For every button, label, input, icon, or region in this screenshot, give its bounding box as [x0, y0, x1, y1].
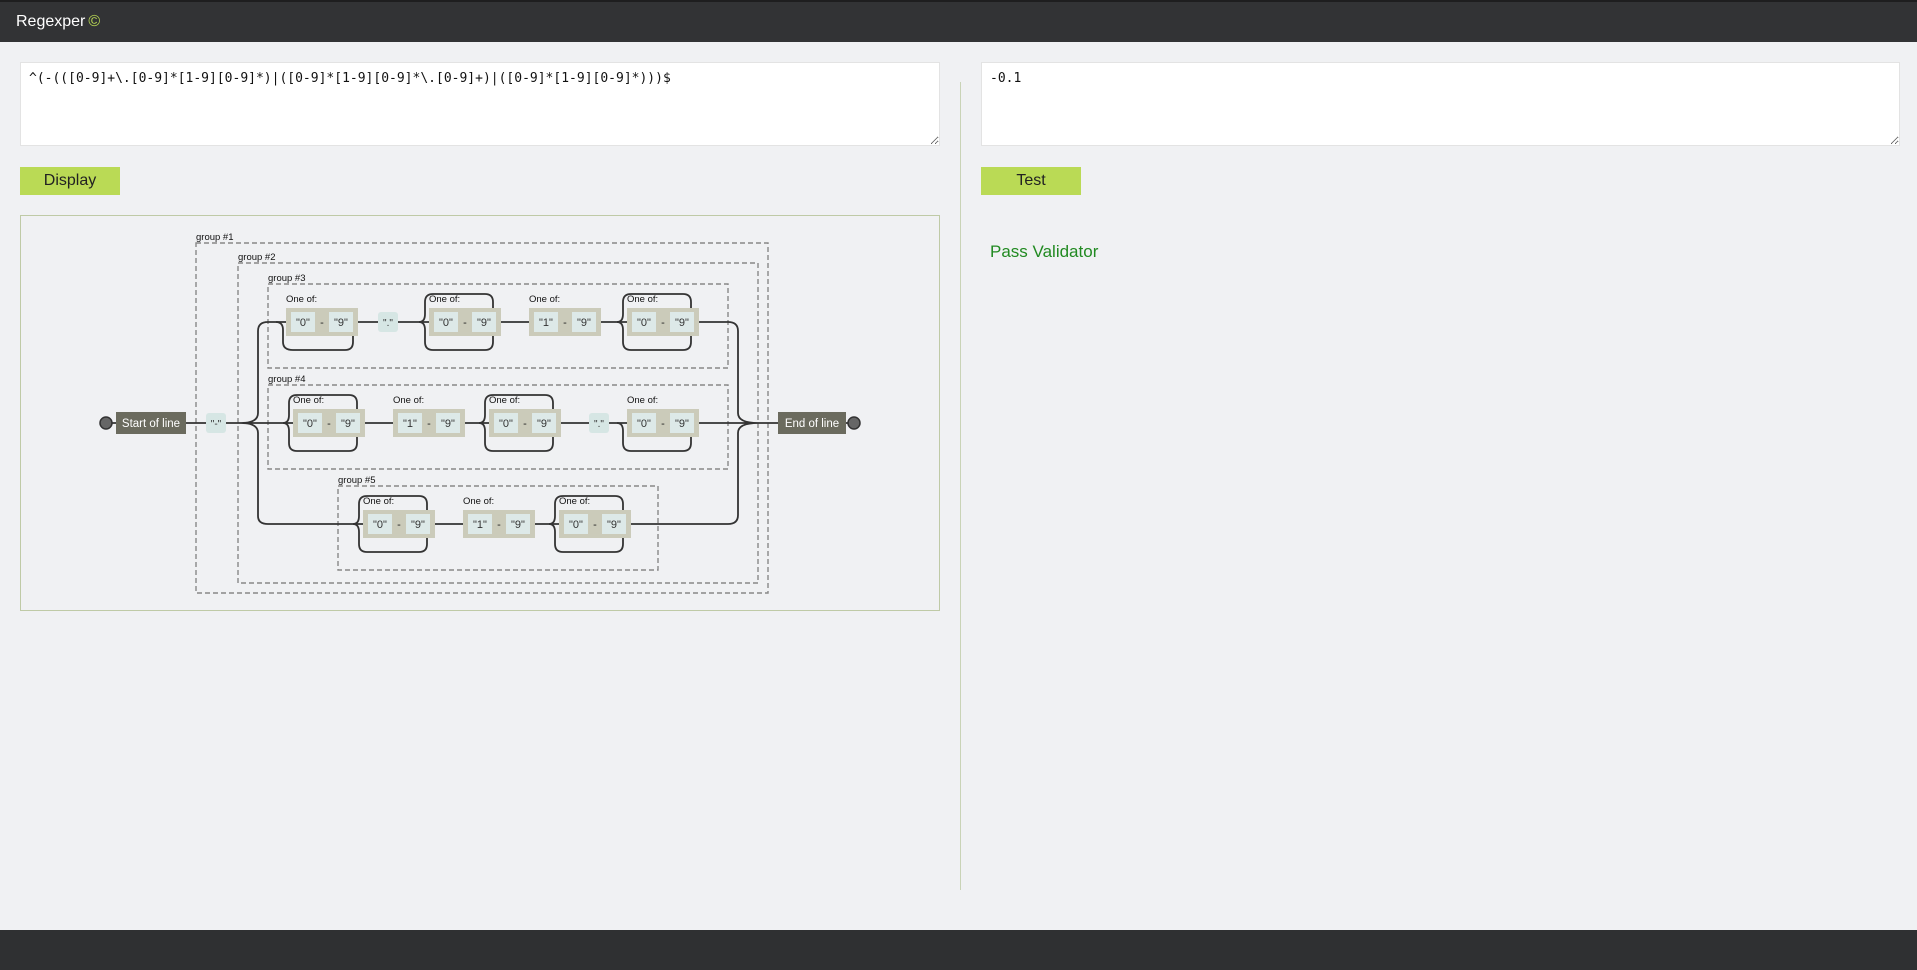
- range-high-label: "9": [675, 418, 689, 430]
- start-of-line-label: Start of line: [122, 418, 180, 430]
- dot-literal-label: ".": [594, 419, 604, 430]
- dot-literal-r4: ".": [589, 413, 609, 433]
- end-of-line-label: End of line: [785, 418, 839, 430]
- range-low-label: "0": [637, 418, 651, 430]
- range-high-label: "9": [675, 317, 689, 329]
- app-title[interactable]: Regexper ©: [16, 13, 100, 31]
- range-dash: -: [320, 317, 324, 329]
- test-button[interactable]: Test: [981, 167, 1081, 195]
- one-of-label: One of:: [489, 395, 520, 406]
- range-high-label: "9": [341, 418, 355, 430]
- range-low-label: "0": [439, 317, 453, 329]
- range-high-label: "9": [537, 418, 551, 430]
- one-of-label: One of:: [627, 395, 658, 406]
- test-string-input[interactable]: [981, 62, 1900, 146]
- top-bar: Regexper ©: [0, 0, 1917, 42]
- range-high-label: "9": [607, 519, 621, 531]
- one-of-label: One of:: [293, 395, 324, 406]
- one-of-label: One of:: [429, 294, 460, 305]
- range-dash: -: [427, 418, 431, 430]
- range-dash: -: [593, 519, 597, 531]
- char-class-r5-c3: One of: "0" - "9": [559, 496, 631, 538]
- copyright-symbol: ©: [88, 13, 101, 30]
- char-class-r3-c1: One of: "0" - "9": [286, 294, 358, 336]
- range-dash: -: [661, 418, 665, 430]
- end-dot: [847, 416, 861, 430]
- one-of-label: One of:: [463, 496, 494, 507]
- char-class-r4-c1: One of: "0" - "9": [293, 395, 365, 437]
- regex-diagram-panel: group #1 group #2 group #3 group #4 grou…: [20, 215, 940, 611]
- range-dash: -: [463, 317, 467, 329]
- range-low-label: "0": [637, 317, 651, 329]
- range-low-label: "0": [499, 418, 513, 430]
- range-high-label: "9": [441, 418, 455, 430]
- range-dash: -: [563, 317, 567, 329]
- range-low-label: "0": [569, 519, 583, 531]
- bottom-bar: [0, 930, 1917, 970]
- range-dash: -: [523, 418, 527, 430]
- char-class-r4-c4: One of: "0" - "9": [627, 395, 699, 437]
- char-class-r4-c2: One of: "1" - "9": [393, 395, 465, 437]
- one-of-label: One of:: [363, 496, 394, 507]
- range-dash: -: [497, 519, 501, 531]
- char-class-r3-c2: One of: "0" - "9": [429, 294, 501, 336]
- panel-divider: [960, 82, 961, 890]
- char-class-r4-c3: One of: "0" - "9": [489, 395, 561, 437]
- range-high-label: "9": [411, 519, 425, 531]
- app-title-text: Regexper: [16, 13, 86, 30]
- one-of-label: One of:: [559, 496, 590, 507]
- range-high-label: "9": [577, 317, 591, 329]
- range-low-label: "1": [473, 519, 487, 531]
- range-low-label: "0": [296, 317, 310, 329]
- range-low-label: "1": [539, 317, 553, 329]
- char-class-r5-c1: One of: "0" - "9": [363, 496, 435, 538]
- range-high-label: "9": [477, 317, 491, 329]
- group-4-label: group #4: [268, 374, 306, 385]
- one-of-label: One of:: [286, 294, 317, 305]
- one-of-label: One of:: [627, 294, 658, 305]
- char-class-r3-c4: One of: "0" - "9": [627, 294, 699, 336]
- char-class-r3-c3: One of: "1" - "9": [529, 294, 601, 336]
- range-high-label: "9": [334, 317, 348, 329]
- test-result-text: Pass Validator: [990, 242, 1099, 261]
- minus-literal-label: "-": [211, 419, 222, 430]
- group-3-label: group #3: [268, 273, 306, 284]
- group-2-label: group #2: [238, 252, 276, 263]
- dot-literal-r3: ".": [378, 312, 398, 332]
- char-class-r5-c2: One of: "1" - "9": [463, 496, 535, 538]
- range-dash: -: [661, 317, 665, 329]
- regex-input[interactable]: [20, 62, 940, 146]
- range-low-label: "0": [303, 418, 317, 430]
- group-5-label: group #5: [338, 475, 376, 486]
- range-dash: -: [397, 519, 401, 531]
- group-1-label: group #1: [196, 232, 234, 243]
- one-of-label: One of:: [393, 395, 424, 406]
- range-dash: -: [327, 418, 331, 430]
- range-low-label: "1": [403, 418, 417, 430]
- range-low-label: "0": [373, 519, 387, 531]
- regex-railroad-diagram: group #1 group #2 group #3 group #4 grou…: [99, 232, 861, 594]
- dot-literal-label: ".": [383, 318, 393, 329]
- range-high-label: "9": [511, 519, 525, 531]
- start-dot: [99, 416, 113, 430]
- display-button[interactable]: Display: [20, 167, 120, 195]
- one-of-label: One of:: [529, 294, 560, 305]
